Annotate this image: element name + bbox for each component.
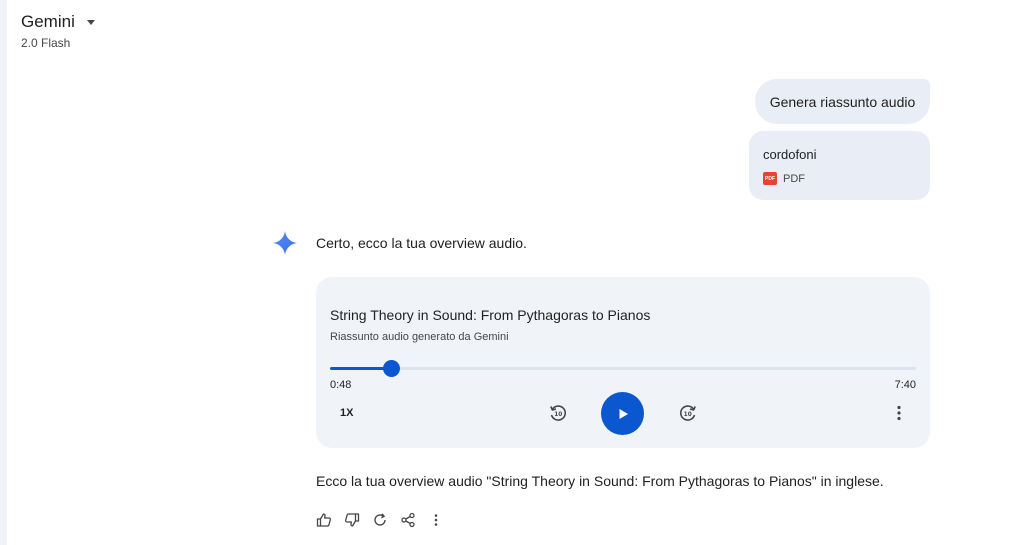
more-vert-icon[interactable] (428, 512, 444, 528)
user-prompt-bubble: Genera riassunto audio (755, 79, 930, 124)
audio-overview-player: String Theory in Sound: From Pythagoras … (316, 277, 930, 448)
progress-slider[interactable] (330, 360, 916, 377)
thumbs-up-icon[interactable] (316, 512, 332, 528)
pdf-icon: PDF (763, 172, 777, 185)
play-icon (619, 408, 628, 419)
rewind-10-icon[interactable]: 10 (548, 403, 568, 423)
model-selector[interactable]: Gemini (21, 12, 95, 32)
attachment-type: PDF (783, 172, 805, 185)
svg-text:10: 10 (684, 412, 692, 418)
forward-10-icon[interactable]: 10 (678, 403, 698, 423)
response-intro: Certo, ecco la tua overview audio. (316, 235, 527, 251)
attachment-name: cordofoni (763, 147, 817, 162)
audio-title: String Theory in Sound: From Pythagoras … (330, 307, 651, 323)
audio-subtitle: Riassunto audio generato da Gemini (330, 331, 509, 343)
gemini-sparkle-icon (273, 231, 297, 255)
progress-fill (330, 367, 391, 370)
attachment-card[interactable]: cordofoni PDF PDF (749, 131, 930, 200)
model-version: 2.0 Flash (21, 36, 71, 50)
playback-speed-button[interactable]: 1X (340, 407, 353, 419)
sidebar-edge (0, 0, 7, 545)
more-vert-icon[interactable] (889, 403, 909, 423)
user-prompt-text: Genera riassunto audio (769, 93, 916, 110)
regenerate-icon[interactable] (372, 512, 388, 528)
response-actions (316, 512, 456, 528)
svg-text:10: 10 (554, 412, 562, 418)
dropdown-caret-icon (86, 20, 95, 25)
response-summary: Ecco la tua overview audio "String Theor… (316, 473, 884, 489)
model-name: Gemini (21, 12, 75, 31)
thumbs-down-icon[interactable] (344, 512, 360, 528)
total-time: 7:40 (894, 379, 916, 391)
play-button[interactable] (601, 392, 644, 435)
current-time: 0:48 (330, 379, 352, 391)
progress-handle[interactable] (382, 360, 400, 377)
share-icon[interactable] (400, 512, 416, 528)
